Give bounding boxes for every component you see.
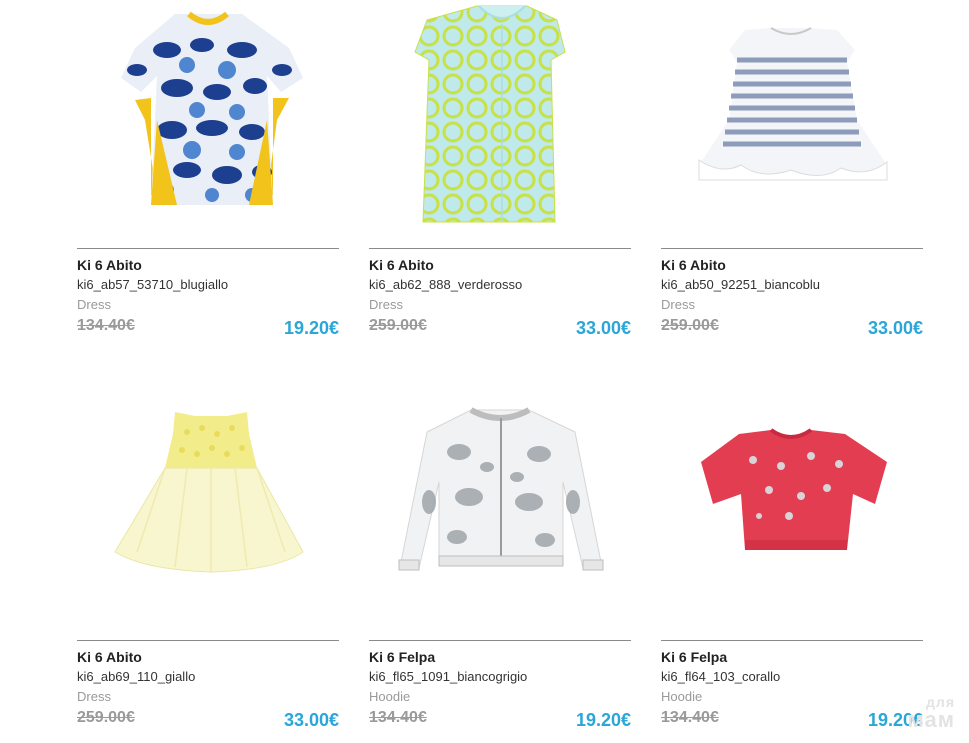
jacket-white-grey-floral-image: [398, 407, 604, 571]
sale-price: 19.20€: [575, 710, 631, 730]
dress-white-blue-stripe-lace-image: [698, 27, 888, 181]
product-image[interactable]: [661, 392, 923, 630]
old-price: 134.40€: [77, 317, 135, 334]
sale-price: 33.00€: [575, 318, 631, 338]
product-title[interactable]: Ki 6 Felpa: [369, 649, 435, 665]
dress-yellow-tulle-image: [114, 412, 304, 573]
old-price: 134.40€: [661, 709, 719, 726]
card-divider: [77, 640, 339, 641]
card-divider: [369, 640, 631, 641]
product-image[interactable]: [77, 392, 339, 630]
product-image[interactable]: [369, 392, 631, 630]
sale-price: 19.20€: [283, 318, 339, 338]
product-category: Hoodie: [661, 689, 703, 704]
product-title[interactable]: Ki 6 Abito: [77, 257, 142, 273]
card-divider: [369, 248, 631, 249]
product-sku: ki6_ab57_53710_blugiallo: [77, 277, 229, 292]
dress-blue-yellow-floral-image: [121, 11, 303, 205]
watermark: для мам: [908, 695, 956, 731]
dress-green-polka-dot-image: [414, 5, 566, 223]
old-price: 259.00€: [369, 317, 427, 334]
product-title[interactable]: Ki 6 Felpa: [661, 649, 727, 665]
product-sku: ki6_ab62_888_verderosso: [369, 277, 523, 292]
product-title[interactable]: Ki 6 Abito: [369, 257, 434, 273]
old-price: 259.00€: [661, 317, 719, 334]
old-price: 259.00€: [77, 709, 135, 726]
sale-price: 33.00€: [867, 318, 923, 338]
product-title[interactable]: Ki 6 Abito: [77, 649, 142, 665]
product-sku: ki6_ab50_92251_biancoblu: [661, 277, 821, 292]
old-price: 134.40€: [369, 709, 427, 726]
watermark-line-2: мам: [907, 707, 955, 732]
sale-price: 33.00€: [283, 710, 339, 730]
card-divider: [661, 640, 923, 641]
product-image[interactable]: [369, 0, 631, 238]
product-category: Hoodie: [369, 689, 411, 704]
product-category: Dress: [77, 689, 111, 704]
product-category: Dress: [661, 297, 695, 312]
product-category: Dress: [77, 297, 111, 312]
product-image[interactable]: [77, 0, 339, 238]
product-title[interactable]: Ki 6 Abito: [661, 257, 726, 273]
card-divider: [661, 248, 923, 249]
product-sku: ki6_fl65_1091_biancogrigio: [369, 669, 528, 684]
card-divider: [77, 248, 339, 249]
product-sku: ki6_fl64_103_corallo: [661, 669, 781, 684]
top-coral-sequin-image: [701, 428, 887, 550]
product-category: Dress: [369, 297, 403, 312]
product-sku: ki6_ab69_110_giallo: [77, 669, 196, 684]
product-image[interactable]: [661, 0, 923, 238]
